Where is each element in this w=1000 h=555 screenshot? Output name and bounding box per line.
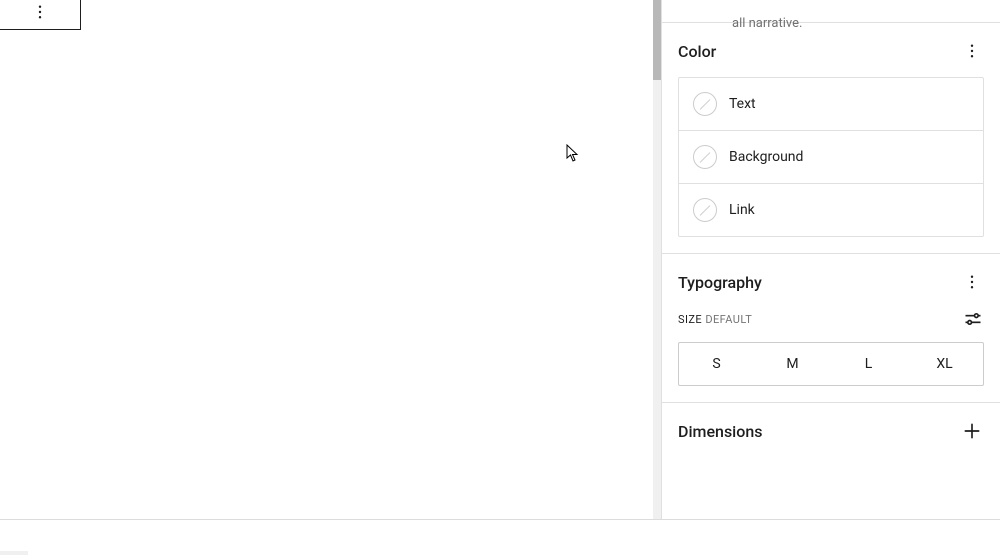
settings-sliders-icon [963,309,983,329]
editor-canvas[interactable] [0,0,653,519]
typography-section-options[interactable] [960,270,984,294]
footer-bar [0,519,1000,555]
mouse-cursor [566,144,580,162]
empty-swatch-icon [693,145,717,169]
color-text-button[interactable]: Text [679,78,983,131]
empty-swatch-icon [693,92,717,116]
app-shell: all narrative. Color Text Background [0,0,1000,519]
footer-accent [0,551,28,555]
empty-swatch-icon [693,198,717,222]
custom-size-toggle[interactable] [962,308,984,330]
typography-section-title: Typography [678,273,762,292]
color-section: Color Text Background [662,22,1000,253]
dimensions-add-button[interactable] [960,419,984,443]
more-vertical-icon [963,42,981,60]
color-row-label: Link [729,202,755,218]
font-size-m[interactable]: M [755,343,831,385]
dimensions-section-title: Dimensions [678,422,762,441]
dimensions-section: Dimensions [662,402,1000,459]
typography-section: Typography SIZE DEFAULT [662,253,1000,402]
color-background-button[interactable]: Background [679,131,983,184]
plus-icon [962,421,982,441]
block-toolbar-fragment [0,0,81,30]
block-description-fragment: all narrative. [732,16,802,31]
block-options-button[interactable] [28,0,52,24]
font-size-l[interactable]: L [831,343,907,385]
more-vertical-icon [31,3,49,21]
color-section-title: Color [678,42,716,61]
font-size-xl[interactable]: XL [907,343,983,385]
color-link-button[interactable]: Link [679,184,983,236]
canvas-scrollbar[interactable] [653,0,661,519]
color-row-label: Text [729,96,756,112]
scrollbar-thumb[interactable] [653,0,661,80]
font-size-segmented: S M L XL [678,342,984,386]
color-panel: Text Background Link [678,77,984,237]
settings-sidebar: all narrative. Color Text Background [661,0,1000,519]
color-section-options[interactable] [960,39,984,63]
color-row-label: Background [729,149,803,165]
sidebar-scrollbar[interactable] [982,22,1000,519]
more-vertical-icon [963,273,981,291]
font-size-s[interactable]: S [679,343,755,385]
size-label: SIZE DEFAULT [678,313,752,326]
